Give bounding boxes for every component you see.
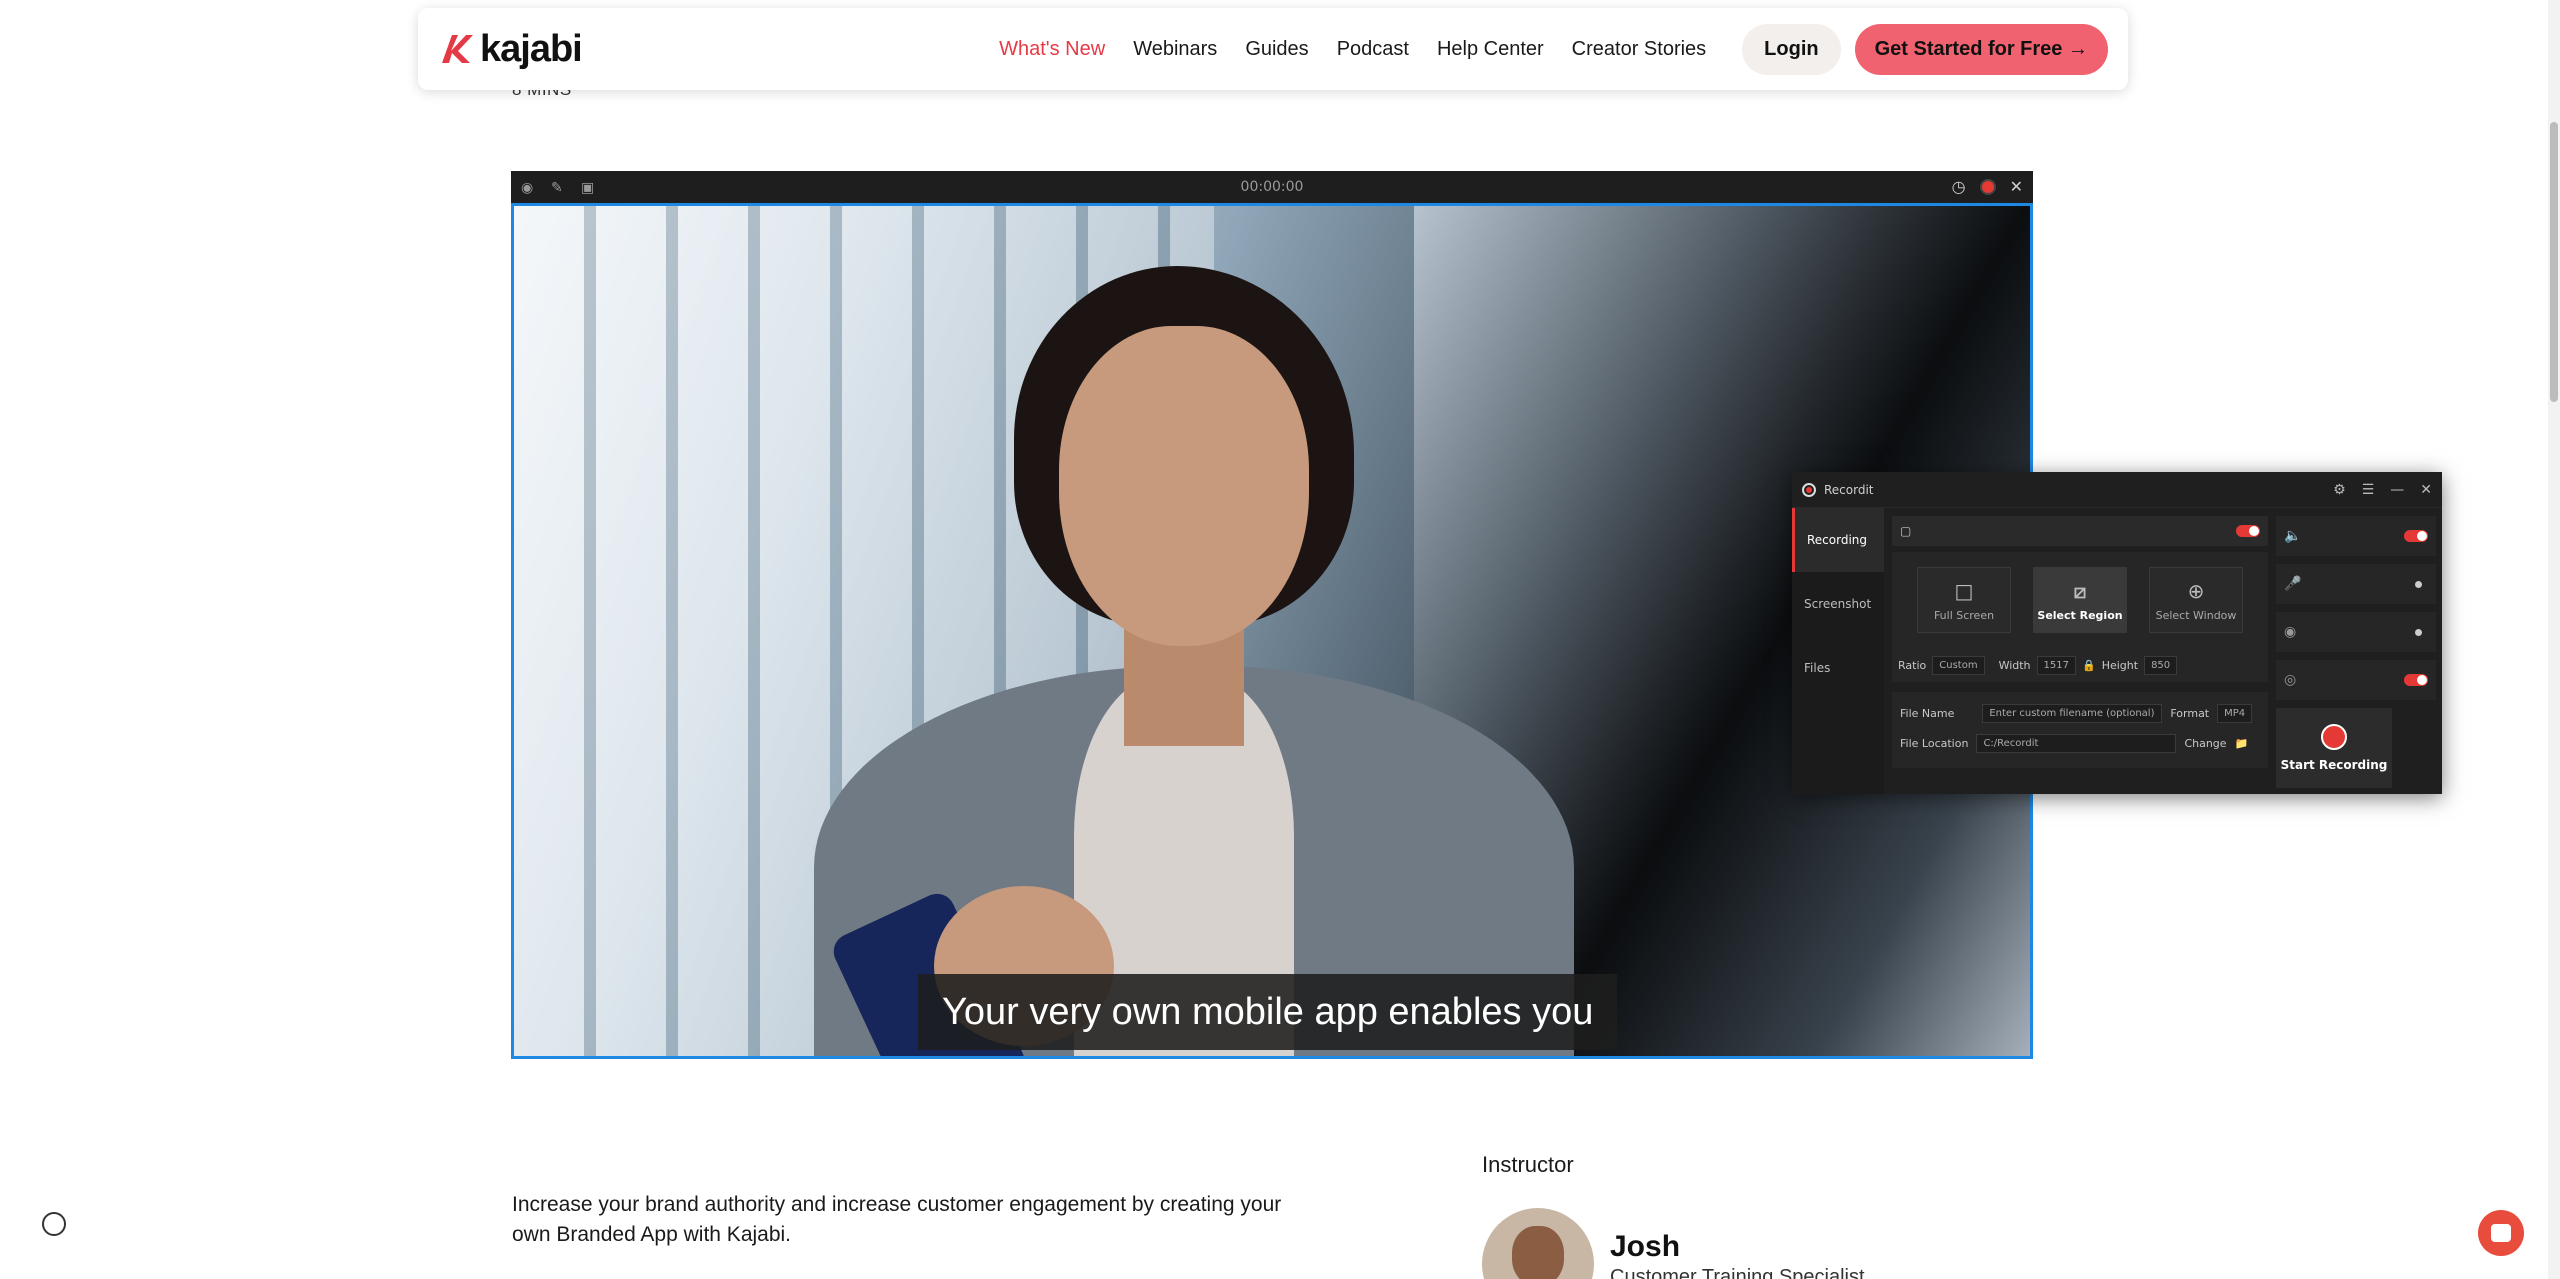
speaker-icon: 🔈 — [2284, 528, 2302, 544]
microphone-toggle[interactable] — [2415, 580, 2422, 588]
file-name-input[interactable]: Enter custom filename (optional) — [1982, 703, 2163, 723]
mode-label: Full Screen — [1933, 608, 1995, 622]
recordit-main: ▢ □ Full Screen ⧄ Select Region ⊕ Select… — [1892, 516, 2268, 768]
recordit-window: Recordit ⚙ ☰ — ✕ Recording Screenshot Fi… — [1792, 472, 2442, 794]
tab-files[interactable]: Files — [1792, 636, 1884, 700]
logo-text: kajabi — [480, 27, 583, 70]
woman-face — [1059, 326, 1309, 646]
window-controls: ⚙ ☰ — ✕ — [2333, 482, 2432, 498]
record-button[interactable] — [1979, 179, 1996, 195]
start-recording-label: Start Recording — [2280, 758, 2388, 772]
camera-icon[interactable]: ◉ — [521, 180, 535, 194]
nav-link-guides[interactable]: Guides — [1231, 38, 1322, 61]
nav-links: What's New Webinars Guides Podcast Help … — [985, 23, 2108, 75]
file-location-row: File Location C:/Recordit Change 📁 — [1900, 728, 2260, 758]
kajabi-logo-icon — [442, 35, 473, 63]
capture-modes: □ Full Screen ⧄ Select Region ⊕ Select W… — [1892, 552, 2268, 648]
recordit-sidebar: Recording Screenshot Files — [1792, 508, 1884, 794]
file-location-input[interactable]: C:/Recordit — [1976, 733, 2177, 753]
crop-icon: ⧄ — [2073, 578, 2087, 603]
recordit-titlebar: Recordit ⚙ ☰ — ✕ — [1792, 472, 2442, 508]
mode-select-window[interactable]: ⊕ Select Window — [2149, 567, 2243, 633]
close-icon[interactable]: ✕ — [2010, 177, 2023, 197]
chat-launcher-button[interactable] — [2478, 1210, 2524, 1256]
course-description: Increase your brand authority and increa… — [512, 1193, 1282, 1246]
recorder-controls: ◷ ✕ — [1952, 177, 2023, 197]
nav-link-help-center[interactable]: Help Center — [1423, 38, 1558, 61]
menu-icon[interactable]: ☰ — [2362, 482, 2375, 498]
file-location-label: File Location — [1900, 736, 1969, 750]
minimize-icon[interactable]: — — [2390, 482, 2404, 498]
cursor-toggle[interactable] — [2404, 674, 2428, 686]
lock-icon[interactable]: 🔒 — [2082, 659, 2096, 672]
chat-icon — [2491, 1224, 2511, 1242]
system-audio-toggle[interactable] — [2404, 530, 2428, 542]
audio-sources: 🔈 🎤 ◉ ◎ — [2276, 516, 2436, 708]
recordit-logo-icon — [1802, 482, 1816, 497]
microphone-icon: 🎤 — [2284, 576, 2302, 592]
toolbox-icon[interactable]: ▣ — [581, 180, 595, 194]
height-label: Height — [2101, 658, 2139, 672]
mode-label: Select Region — [2037, 608, 2123, 622]
top-nav: kajabi What's New Webinars Guides Podcas… — [418, 8, 2128, 90]
nav-link-webinars[interactable]: Webinars — [1119, 38, 1231, 61]
width-input[interactable]: 1517 — [2036, 655, 2076, 675]
webcam-row: ◉ — [2276, 612, 2436, 652]
file-name-row: File Name Enter custom filename (optiona… — [1900, 698, 2260, 728]
cursor-row: ◎ — [2276, 660, 2436, 700]
instructor-avatar — [1482, 1208, 1594, 1279]
tab-recording[interactable]: Recording — [1792, 508, 1884, 572]
ratio-select[interactable]: Custom — [1932, 655, 1985, 675]
dimension-row: Ratio Custom Width 1517 🔒 Height 850 — [1892, 648, 2268, 682]
start-recording-button[interactable]: Start Recording — [2276, 708, 2392, 788]
nav-link-whats-new[interactable]: What's New — [985, 38, 1119, 61]
mode-select-region[interactable]: ⧄ Select Region — [2033, 567, 2127, 633]
folder-icon[interactable]: 📁 — [2235, 737, 2249, 750]
format-label: Format — [2170, 706, 2210, 720]
monitor-icon: ▢ — [1900, 524, 1912, 538]
instructor-role: Customer Training Specialist — [1610, 1266, 1865, 1279]
instructor-heading: Instructor — [1482, 1152, 1574, 1177]
height-input[interactable]: 850 — [2144, 655, 2178, 675]
recording-timer: 00:00:00 — [1240, 179, 1304, 195]
nav-link-creator-stories[interactable]: Creator Stories — [1558, 38, 1721, 61]
screen-toggle[interactable] — [2236, 525, 2260, 537]
page: kajabi What's New Webinars Guides Podcas… — [0, 0, 2560, 1279]
system-audio-row: 🔈 — [2276, 516, 2436, 556]
webcam-icon: ◉ — [2284, 624, 2297, 640]
instructor-name: Josh — [1610, 1230, 1681, 1263]
scrollbar-thumb[interactable] — [2550, 122, 2558, 402]
change-button[interactable]: Change — [2184, 737, 2226, 750]
ratio-label: Ratio — [1898, 658, 1927, 672]
recorder-toolbar: ◉ ✎ ▣ 00:00:00 ◷ ✕ — [511, 171, 2033, 203]
file-name-label: File Name — [1900, 706, 1955, 720]
get-started-button[interactable]: Get Started for Free → — [1854, 23, 2108, 75]
kajabi-logo[interactable]: kajabi — [438, 27, 583, 71]
mode-label: Select Window — [2155, 608, 2237, 622]
cookie-settings-icon[interactable] — [42, 1212, 66, 1236]
microphone-row: 🎤 — [2276, 564, 2436, 604]
nav-link-podcast[interactable]: Podcast — [1323, 38, 1423, 61]
login-button[interactable]: Login — [1742, 23, 1841, 75]
settings-icon[interactable]: ⚙ — [2333, 482, 2346, 498]
screen-source-row: ▢ — [1892, 516, 2268, 546]
file-settings: File Name Enter custom filename (optiona… — [1892, 692, 2268, 768]
mode-full-screen[interactable]: □ Full Screen — [1917, 567, 2011, 633]
clock-icon[interactable]: ◷ — [1952, 177, 1966, 197]
webcam-toggle[interactable] — [2415, 628, 2422, 636]
crosshair-icon: ⊕ — [2187, 578, 2205, 603]
recordit-title: Recordit — [1824, 482, 1874, 497]
tab-screenshot[interactable]: Screenshot — [1792, 572, 1884, 636]
record-dot-icon — [2321, 724, 2347, 750]
format-select[interactable]: MP4 — [2217, 703, 2253, 723]
pen-icon[interactable]: ✎ — [551, 180, 565, 194]
close-icon[interactable]: ✕ — [2420, 482, 2432, 498]
video-caption: Your very own mobile app enables you — [918, 974, 1618, 1050]
full-screen-icon: □ — [1954, 578, 1974, 603]
width-label: Width — [1998, 658, 2031, 672]
cursor-icon: ◎ — [2284, 672, 2297, 688]
